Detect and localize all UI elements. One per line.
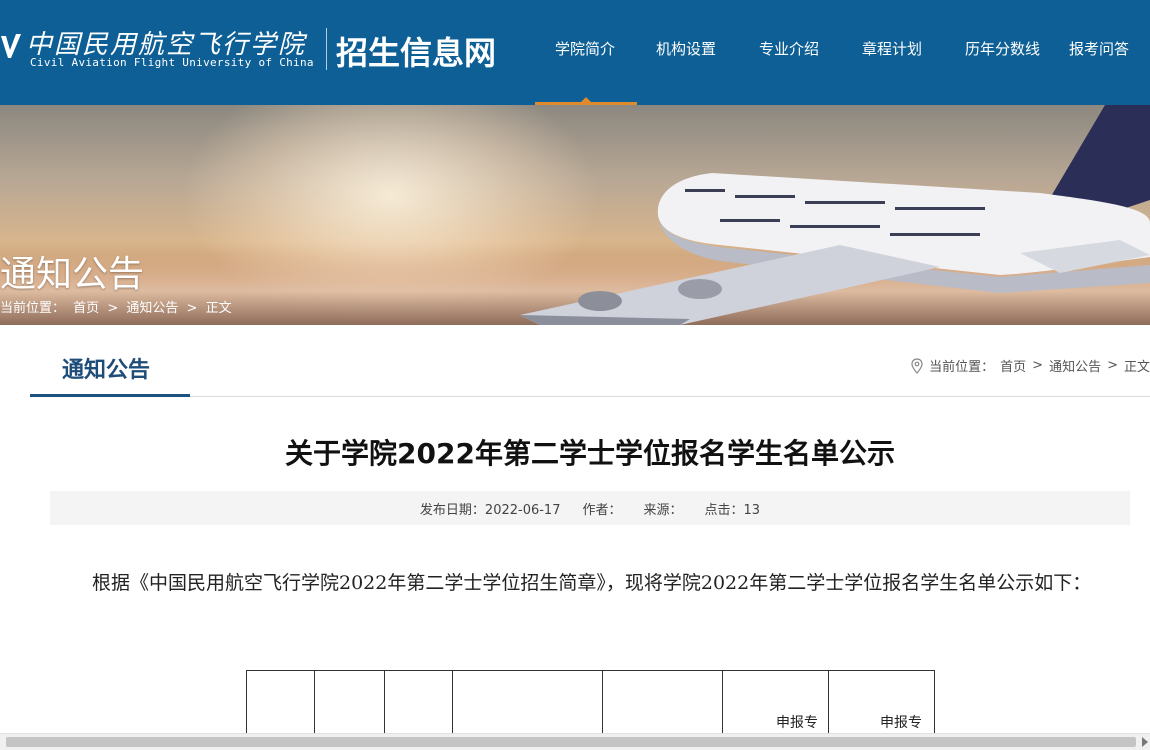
logo-english-name: Civil Aviation Flight University of Chin… bbox=[30, 56, 314, 69]
banner-crumb-prefix: 当前位置： bbox=[0, 301, 66, 316]
meta-clicks-value: 13 bbox=[743, 502, 761, 518]
section-crumb-separator: > bbox=[1107, 358, 1118, 373]
airplane-image bbox=[520, 105, 1150, 325]
meta-date-value: 2022-06-17 bbox=[484, 502, 561, 518]
banner-title: 通知公告 bbox=[0, 254, 145, 295]
meta-author: 作者： bbox=[582, 502, 622, 518]
section-crumb-prefix: 当前位置： bbox=[929, 360, 995, 375]
page-banner: 通知公告 当前位置： 首页 > 通知公告 > 正文 bbox=[0, 105, 1150, 325]
banner-crumb-separator: > bbox=[186, 301, 198, 316]
meta-source: 来源： bbox=[643, 502, 683, 518]
table-header-cell: 申报专 bbox=[828, 670, 935, 741]
meta-clicks-label: 点击： bbox=[704, 502, 744, 518]
article-title: 关于学院2022年第二学士学位报名学生名单公示 bbox=[285, 437, 895, 470]
section-crumb-section-link[interactable]: 通知公告 bbox=[1049, 356, 1101, 375]
section-header: 通知公告 当前位置： 首页 > 通知公告 > 正文 bbox=[30, 325, 1150, 397]
nav-item-faq[interactable]: 报考问答 bbox=[1061, 0, 1150, 105]
section-crumb-current: 正文 bbox=[1123, 360, 1150, 375]
location-pin-icon bbox=[911, 357, 923, 374]
table-header-cell bbox=[246, 670, 315, 741]
nav-item-about[interactable]: 学院简介 bbox=[535, 0, 637, 105]
table-header-cell bbox=[314, 670, 385, 741]
table-header-row: 申报专 申报专 bbox=[246, 670, 935, 741]
section-crumb-separator: > bbox=[1032, 358, 1044, 373]
logo-divider bbox=[326, 28, 327, 70]
university-logo-icon[interactable] bbox=[0, 30, 22, 64]
applicant-table: 申报专 申报专 bbox=[246, 670, 935, 741]
nav-item-past-scores[interactable]: 历年分数线 bbox=[943, 0, 1061, 105]
meta-date: 发布日期：2022-06-17 bbox=[420, 499, 561, 518]
site-header: 中国民用航空飞行学院 Civil Aviation Flight Univers… bbox=[0, 0, 1150, 105]
horizontal-scrollbar[interactable] bbox=[0, 733, 1150, 750]
scrollbar-thumb[interactable] bbox=[6, 737, 1136, 747]
scroll-right-arrow-icon[interactable] bbox=[1142, 737, 1148, 747]
table-header-cell bbox=[452, 670, 603, 741]
article-paragraph: 根据《中国民用航空飞行学院2022年第二学士学位招生简章》，现将学院2022年第… bbox=[92, 572, 1092, 594]
banner-crumb-section-link[interactable]: 通知公告 bbox=[126, 301, 178, 316]
table-header-cell bbox=[384, 670, 453, 741]
nav-item-organization[interactable]: 机构设置 bbox=[637, 0, 739, 105]
table-header-cell: 申报专 bbox=[722, 670, 829, 741]
nav-item-majors[interactable]: 专业介绍 bbox=[739, 0, 841, 105]
site-title[interactable]: 招生信息网 bbox=[336, 28, 496, 74]
section-tab[interactable]: 通知公告 bbox=[30, 325, 190, 397]
banner-crumb-current: 正文 bbox=[205, 301, 232, 316]
banner-crumb-separator: > bbox=[107, 301, 119, 316]
section-tab-label: 通知公告 bbox=[62, 358, 151, 383]
nav-item-admission-plan[interactable]: 章程计划 bbox=[841, 0, 943, 105]
section-breadcrumb: 当前位置： 首页 > 通知公告 > 正文 bbox=[911, 356, 1150, 375]
main-nav: 学院简介 机构设置 专业介绍 章程计划 历年分数线 报考问答 bbox=[535, 0, 1150, 105]
banner-breadcrumb: 当前位置： 首页 > 通知公告 > 正文 bbox=[0, 297, 236, 316]
meta-date-label: 发布日期： bbox=[419, 502, 485, 518]
section-crumb-home-link[interactable]: 首页 bbox=[1000, 356, 1026, 375]
table-header-cell bbox=[602, 670, 723, 741]
banner-crumb-home-link[interactable]: 首页 bbox=[73, 301, 99, 316]
meta-clicks: 点击：13 bbox=[705, 499, 761, 518]
article-meta-bar: 发布日期：2022-06-17 作者： 来源： 点击：13 bbox=[50, 491, 1130, 525]
